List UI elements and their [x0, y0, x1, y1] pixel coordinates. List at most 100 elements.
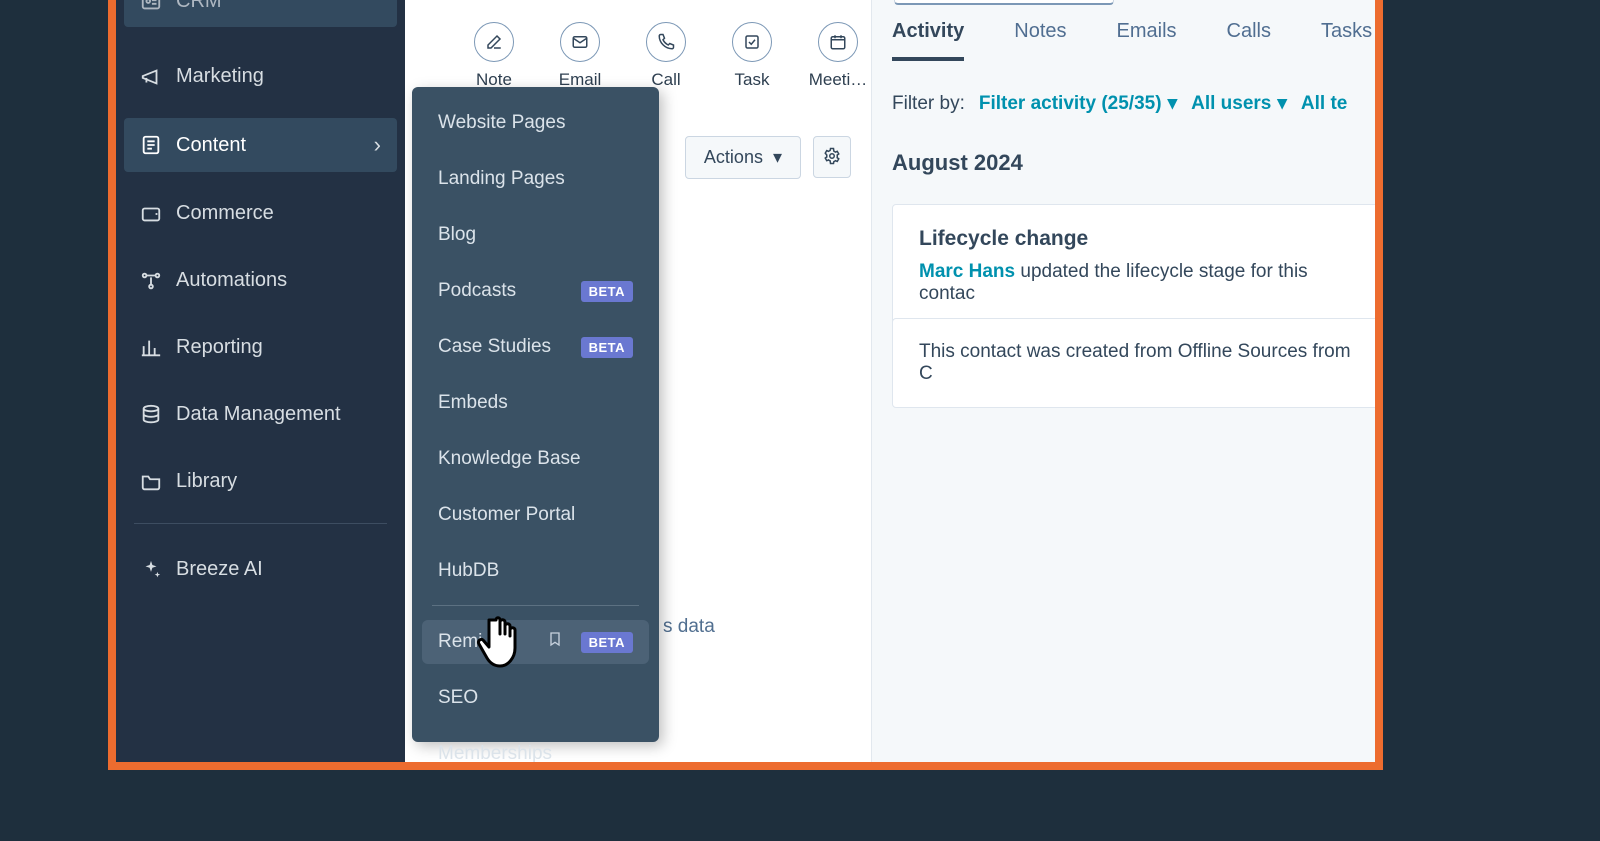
page-icon [140, 134, 162, 156]
tab-tasks[interactable]: Tasks [1321, 20, 1372, 61]
sidebar-item-library[interactable]: Library [124, 456, 397, 507]
nav-label: Commerce [176, 202, 274, 225]
note-icon [474, 22, 514, 62]
submenu-customer-portal[interactable]: Customer Portal [422, 493, 649, 537]
action-task[interactable]: Task [723, 22, 781, 90]
phone-icon [646, 22, 686, 62]
submenu-memberships[interactable]: Memberships [422, 732, 649, 770]
nav-label: Automations [176, 269, 287, 292]
nav-divider [134, 523, 387, 524]
submenu-label: Website Pages [438, 112, 565, 134]
nav-label: Marketing [176, 65, 264, 88]
nav-list: CRM Marketing Content › Commerce [116, 0, 405, 507]
submenu-knowledge-base[interactable]: Knowledge Base [422, 437, 649, 481]
bookmark-icon [547, 631, 563, 653]
sidebar-item-marketing[interactable]: Marketing [124, 51, 397, 102]
sidebar-item-content[interactable]: Content › [124, 118, 397, 172]
submenu-podcasts[interactable]: Podcasts BETA [422, 269, 649, 313]
submenu-divider [432, 605, 639, 606]
caret-down-icon: ▾ [773, 147, 782, 168]
sparkle-icon [140, 559, 162, 581]
timeline-card[interactable]: This contact was created from Offline So… [892, 318, 1383, 408]
filter-activity-dropdown[interactable]: Filter activity (25/35) ▾ [979, 92, 1177, 115]
submenu-blog[interactable]: Blog [422, 213, 649, 257]
submenu-label: Remi [438, 631, 482, 653]
filter-teams-dropdown[interactable]: All te [1301, 93, 1347, 115]
submenu-remix[interactable]: Remi BETA [422, 620, 649, 664]
tab-emails[interactable]: Emails [1117, 20, 1177, 61]
activity-tabs: Activity Notes Emails Calls Tasks [892, 20, 1372, 61]
submenu-label: Case Studies [438, 336, 551, 358]
sidebar-item-reporting[interactable]: Reporting [124, 322, 397, 373]
caret-down-icon: ▾ [1168, 92, 1178, 115]
wallet-icon [140, 203, 162, 225]
filter-text: All te [1301, 93, 1347, 115]
submenu-website-pages[interactable]: Website Pages [422, 101, 649, 145]
filter-text: Filter activity (25/35) [979, 93, 1162, 115]
actions-dropdown[interactable]: Actions ▾ [685, 136, 801, 179]
submenu-label: Landing Pages [438, 168, 565, 190]
user-link[interactable]: Marc Hans [919, 261, 1015, 282]
activity-panel: Search activities Activity Notes Emails … [871, 0, 1383, 762]
background-text-fragment: s data [663, 616, 715, 638]
gear-icon [823, 147, 841, 168]
submenu-embeds[interactable]: Embeds [422, 381, 649, 425]
nav-label: Reporting [176, 336, 263, 359]
nodes-icon [140, 270, 162, 292]
sidebar: CRM Marketing Content › Commerce [116, 0, 405, 762]
tab-notes[interactable]: Notes [1014, 20, 1066, 61]
contact-card-icon [140, 0, 162, 13]
beta-badge: BETA [581, 337, 633, 358]
sidebar-item-commerce[interactable]: Commerce [124, 188, 397, 239]
tab-calls[interactable]: Calls [1227, 20, 1271, 61]
submenu-label: Podcasts [438, 280, 516, 302]
content-submenu: Website Pages Landing Pages Blog Podcast… [412, 87, 659, 742]
submenu-seo[interactable]: SEO [422, 676, 649, 720]
sidebar-item-crm[interactable]: CRM [124, 0, 397, 27]
action-label: Meeti… [809, 70, 868, 90]
submenu-label: SEO [438, 687, 478, 709]
search-activities-input[interactable]: Search activities [894, 0, 1114, 5]
action-email[interactable]: Email [551, 22, 609, 90]
card-text: This contact was created from Offline So… [919, 341, 1364, 385]
tab-activity[interactable]: Activity [892, 20, 964, 61]
card-title: Lifecycle change [919, 227, 1364, 251]
action-note[interactable]: Note [465, 22, 523, 90]
submenu-landing-pages[interactable]: Landing Pages [422, 157, 649, 201]
email-icon [560, 22, 600, 62]
filter-label: Filter by: [892, 93, 965, 115]
task-icon [732, 22, 772, 62]
submenu-label: Memberships [438, 743, 552, 765]
submenu-label: HubDB [438, 560, 499, 582]
app-frame: CRM Marketing Content › Commerce [108, 0, 1383, 770]
timeline-card[interactable]: Lifecycle change Marc Hans updated the l… [892, 204, 1383, 328]
filter-users-dropdown[interactable]: All users ▾ [1191, 92, 1287, 115]
action-call[interactable]: Call [637, 22, 695, 90]
submenu-label: Blog [438, 224, 476, 246]
submenu-label: Knowledge Base [438, 448, 581, 470]
megaphone-icon [140, 66, 162, 88]
nav-label: CRM [176, 0, 222, 13]
sidebar-item-data-management[interactable]: Data Management [124, 389, 397, 440]
submenu-case-studies[interactable]: Case Studies BETA [422, 325, 649, 369]
calendar-icon [818, 22, 858, 62]
submenu-label: Customer Portal [438, 504, 575, 526]
bar-chart-icon [140, 337, 162, 359]
sidebar-item-automations[interactable]: Automations [124, 255, 397, 306]
filter-text: All users [1191, 93, 1271, 115]
card-text: Marc Hans updated the lifecycle stage fo… [919, 261, 1364, 305]
database-icon [140, 404, 162, 426]
nav-label: Breeze AI [176, 558, 263, 581]
nav-label: Content [176, 134, 246, 157]
nav-label: Library [176, 470, 237, 493]
submenu-label: Embeds [438, 392, 508, 414]
button-label: Actions [704, 147, 763, 168]
action-meeting[interactable]: Meeti… [809, 22, 867, 90]
beta-badge: BETA [581, 281, 633, 302]
submenu-hubdb[interactable]: HubDB [422, 549, 649, 593]
date-heading: August 2024 [892, 150, 1023, 176]
sidebar-item-breeze-ai[interactable]: Breeze AI [124, 544, 397, 595]
beta-badge: BETA [581, 632, 633, 653]
settings-button[interactable] [813, 136, 851, 178]
filter-row: Filter by: Filter activity (25/35) ▾ All… [892, 92, 1347, 115]
